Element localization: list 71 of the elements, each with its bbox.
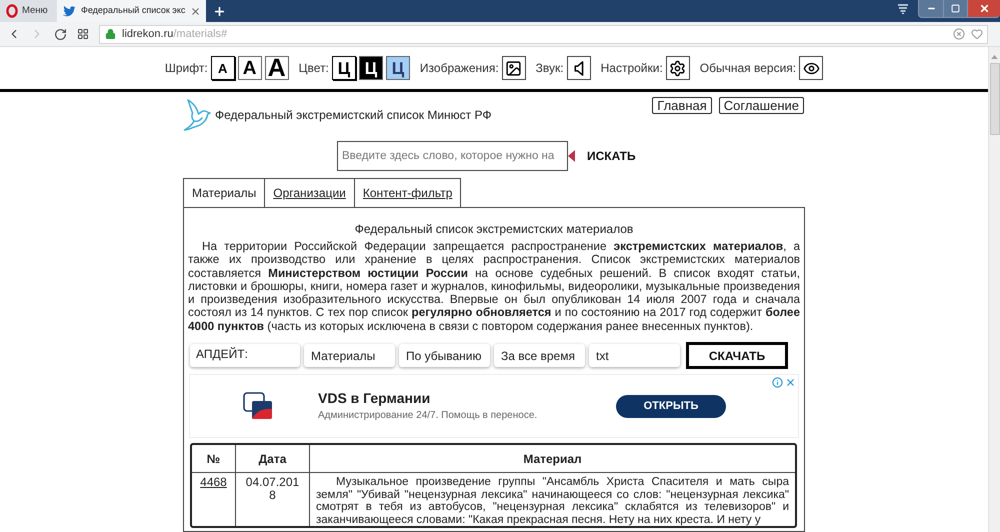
- triangle-icon: [568, 150, 575, 162]
- tab-menu-icon[interactable]: [898, 4, 908, 14]
- ad-logo-icon: [243, 392, 273, 420]
- intro-paragraph: На территории Российской Федерации запрещается распространение экстремистских материалов, а также их производство или хранение в целях распространения. Список экстремистских материалов составляется Министерством юстиции России на основе судебных решений. В список входят статьи, листовки и брошюры, книги, номера газет и журналов, кинофильмы, видеоролики, музыкальные произведения и произведения изобразительного искусства. Впервые он был опубликован 14 июля 2007 года и сначала состоял из 14 пунктов. С тех пор список регулярно обновляется и по состоянию на 2017 год содержит более 4000 пунктов (часть из которых исключена в связи с повтором содержания ранее внесенных пунктов).: [188, 240, 800, 334]
- font-size-button[interactable]: А: [264, 56, 289, 80]
- filter-dropdown[interactable]: Материалы: [304, 344, 395, 368]
- ad-description: Администрирование 24/7. Помощь в переносе.: [318, 410, 538, 422]
- url-text: lidrekon.ru/materials#: [122, 26, 228, 42]
- toolbar-label: Цвет:: [298, 60, 329, 77]
- ad-open-button[interactable]: ОТКРЫТЬ: [616, 394, 726, 418]
- tab[interactable]: Материалы: [183, 178, 264, 207]
- number-link[interactable]: 4468: [200, 475, 227, 490]
- tab[interactable]: Контент-фильтр: [354, 178, 462, 207]
- image-icon: [505, 60, 522, 76]
- sound-button[interactable]: [566, 56, 591, 80]
- nav-button[interactable]: Главная: [652, 97, 712, 114]
- heart-icon[interactable]: [971, 28, 983, 40]
- search-button[interactable]: ИСКАТЬ: [587, 147, 636, 165]
- filter-dropdown[interactable]: По убыванию: [399, 344, 490, 368]
- settings-icon: [669, 60, 686, 76]
- color-scheme-button[interactable]: Ц: [386, 56, 410, 80]
- color-scheme-button[interactable]: Ц: [358, 56, 383, 80]
- font-size-button[interactable]: А: [210, 56, 235, 80]
- reload-icon: [54, 28, 66, 40]
- standard-view-button[interactable]: [799, 56, 824, 80]
- scrollbar-thumb[interactable]: [990, 63, 1000, 135]
- toolbar-label: Обычная версия:: [700, 60, 796, 77]
- toolbar-label: Шрифт:: [164, 60, 208, 77]
- browser-tab[interactable]: Федеральный список экс: [57, 0, 206, 22]
- column-header: №: [192, 445, 236, 474]
- close-tab-icon[interactable]: [190, 6, 202, 16]
- column-header: Дата: [236, 445, 310, 474]
- search-field[interactable]: Введите здесь слово, которое нужно на: [337, 141, 568, 171]
- table-cell: 04.07.2018: [236, 473, 310, 526]
- close-ad-icon[interactable]: [785, 377, 796, 388]
- toolbar-label: Настройки:: [600, 60, 663, 77]
- info-icon[interactable]: [772, 377, 783, 388]
- nav-button[interactable]: Соглашение: [718, 97, 804, 114]
- speed-dial-button[interactable]: [76, 27, 90, 41]
- maximize-icon: [951, 4, 960, 13]
- toolbar-label: Изображения:: [420, 60, 499, 77]
- bird-icon: [62, 5, 76, 17]
- tab[interactable]: Организации: [264, 178, 354, 207]
- panel-heading: Федеральный список экстремистских материалов: [354, 221, 634, 237]
- grid-icon: [77, 28, 89, 40]
- reload-button[interactable]: [53, 27, 67, 41]
- menu-button[interactable]: Меню: [0, 0, 57, 22]
- speaker-icon: [574, 60, 584, 76]
- plus-icon: [212, 4, 226, 18]
- close-button[interactable]: [967, 0, 1000, 18]
- maximize-button[interactable]: [943, 0, 967, 18]
- font-size-button[interactable]: А: [238, 56, 262, 80]
- clear-icon[interactable]: [953, 28, 965, 40]
- filter-dropdown[interactable]: txt: [589, 344, 680, 368]
- images-button[interactable]: [502, 56, 526, 80]
- ad-title: VDS в Германии: [318, 390, 430, 406]
- url-field[interactable]: lidrekon.ru/materials#: [99, 24, 988, 44]
- bird-logo-icon: [183, 97, 211, 133]
- column-header: Материал: [310, 445, 795, 474]
- settings-button[interactable]: [666, 56, 690, 80]
- close-icon: [978, 3, 990, 14]
- scrollbar[interactable]: [988, 47, 1000, 532]
- update-box: АПДЕЙТ:: [190, 344, 300, 368]
- site-title: Федеральный экстремистский список Минюст РФ: [215, 107, 492, 124]
- opera-logo-icon: [6, 4, 18, 18]
- download-button[interactable]: СКАЧАТЬ: [686, 342, 788, 370]
- toolbar-label: Звук:: [536, 60, 564, 77]
- color-scheme-button[interactable]: Ц: [332, 56, 356, 80]
- filter-dropdown[interactable]: За все время: [494, 344, 585, 368]
- lock-icon: [105, 28, 116, 40]
- table-cell-text: Музыкальное произведение группы "Ансамбль Христа Спасителя и мать сыра земля" "Убивай "нецензурная лексика" начинающееся со слов: "нецензурная лексика" смотрят в тебя из автобусов, "нецензурная лексика" склабятся из телевизоров" и заканчивающееся словами: "Какая прекрасная песня. Нету на них креста. И нету у: [315, 475, 790, 526]
